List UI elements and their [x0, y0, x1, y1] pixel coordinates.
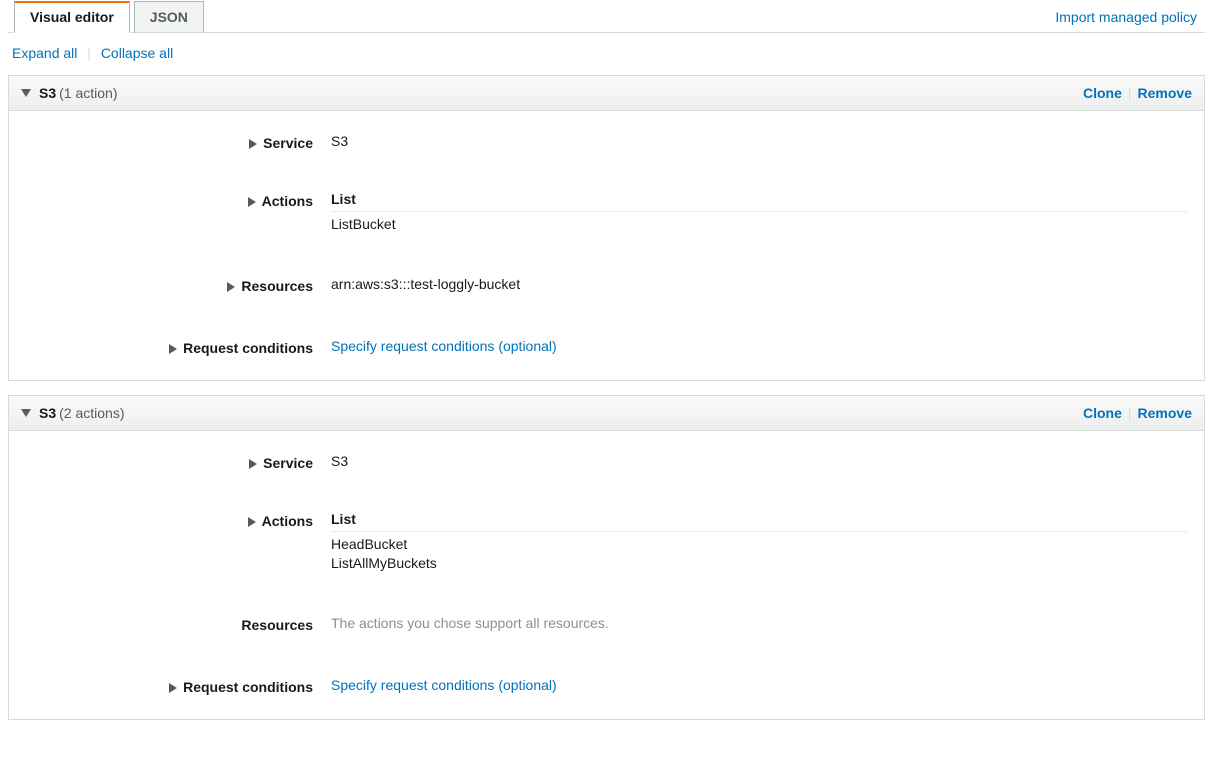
row-value: S3	[313, 133, 1188, 149]
row-label[interactable]: Actions	[25, 191, 313, 209]
import-managed-policy-link[interactable]: Import managed policy	[1055, 2, 1205, 32]
policy-statement: S3 (1 action)Clone|Remove ServiceS3 Acti…	[8, 75, 1205, 381]
chevron-right-icon	[227, 282, 235, 292]
detail-row: Request conditions Specify request condit…	[25, 663, 1188, 699]
clone-button[interactable]: Clone	[1083, 85, 1122, 101]
specify-conditions-link[interactable]: Specify request conditions (optional)	[331, 677, 557, 693]
row-label[interactable]: Request conditions	[25, 338, 313, 356]
service-value: S3	[331, 453, 348, 469]
row-label[interactable]: Request conditions	[25, 677, 313, 695]
statement-count: (1 action)	[59, 85, 117, 101]
expand-collapse-row: Expand all | Collapse all	[8, 33, 1205, 75]
action-group-label: List	[331, 191, 1188, 212]
detail-row: Resources The actions you chose support a…	[25, 601, 1188, 637]
row-value: List ListBucket	[313, 191, 1188, 232]
statement-count: (2 actions)	[59, 405, 124, 421]
row-label[interactable]: Actions	[25, 511, 313, 529]
detail-row: Actions List ListBucket	[25, 177, 1188, 236]
tab-visual-editor[interactable]: Visual editor	[14, 1, 130, 33]
expand-all-link[interactable]: Expand all	[12, 45, 77, 61]
statement-header[interactable]: S3 (2 actions)Clone|Remove	[9, 396, 1204, 431]
specify-conditions-link[interactable]: Specify request conditions (optional)	[331, 338, 557, 354]
chevron-right-icon	[248, 517, 256, 527]
row-value: Specify request conditions (optional)	[313, 677, 1188, 693]
row-value: S3	[313, 453, 1188, 469]
row-value: List HeadBucket ListAllMyBuckets	[313, 511, 1188, 571]
resources-value: The actions you chose support all resour…	[331, 615, 609, 631]
row-label[interactable]: Resources	[25, 276, 313, 294]
chevron-down-icon	[21, 89, 31, 97]
detail-row: Service S3	[25, 439, 1188, 475]
row-value: arn:aws:s3:::test-loggly-bucket	[313, 276, 1188, 292]
row-label[interactable]: Service	[25, 453, 313, 471]
chevron-right-icon	[169, 344, 177, 354]
chevron-right-icon	[249, 139, 257, 149]
tab-bar: Visual editor JSON Import managed policy	[8, 0, 1205, 33]
remove-button[interactable]: Remove	[1138, 85, 1192, 101]
detail-row: Actions List HeadBucket ListAllMyBuckets	[25, 497, 1188, 575]
statement-header[interactable]: S3 (1 action)Clone|Remove	[9, 76, 1204, 111]
chevron-right-icon	[248, 197, 256, 207]
policy-statement: S3 (2 actions)Clone|Remove ServiceS3 Act…	[8, 395, 1205, 720]
action-item: ListAllMyBuckets	[331, 555, 1188, 571]
clone-button[interactable]: Clone	[1083, 405, 1122, 421]
detail-row: Resources arn:aws:s3:::test-loggly-bucket	[25, 262, 1188, 298]
action-list: ListBucket	[331, 216, 1188, 232]
row-label[interactable]: Service	[25, 133, 313, 151]
statement-body: Service S3 Actions List ListBucket Resource…	[9, 111, 1204, 380]
action-item: ListBucket	[331, 216, 1188, 232]
detail-row: Request conditions Specify request condit…	[25, 324, 1188, 360]
service-value: S3	[331, 133, 348, 149]
tab-json[interactable]: JSON	[134, 1, 204, 33]
row-value: The actions you chose support all resour…	[313, 615, 1188, 631]
remove-button[interactable]: Remove	[1138, 405, 1192, 421]
action-item: HeadBucket	[331, 536, 1188, 552]
action-group-label: List	[331, 511, 1188, 532]
detail-row: Service S3	[25, 119, 1188, 155]
resources-value: arn:aws:s3:::test-loggly-bucket	[331, 276, 520, 292]
statement-title: S3	[39, 85, 56, 101]
collapse-all-link[interactable]: Collapse all	[101, 45, 173, 61]
chevron-right-icon	[249, 459, 257, 469]
statement-title: S3	[39, 405, 56, 421]
row-value: Specify request conditions (optional)	[313, 338, 1188, 354]
chevron-down-icon	[21, 409, 31, 417]
chevron-right-icon	[169, 683, 177, 693]
statement-body: Service S3 Actions List HeadBucket ListAllMy…	[9, 431, 1204, 719]
row-label[interactable]: Resources	[25, 615, 313, 633]
action-list: HeadBucket ListAllMyBuckets	[331, 536, 1188, 571]
